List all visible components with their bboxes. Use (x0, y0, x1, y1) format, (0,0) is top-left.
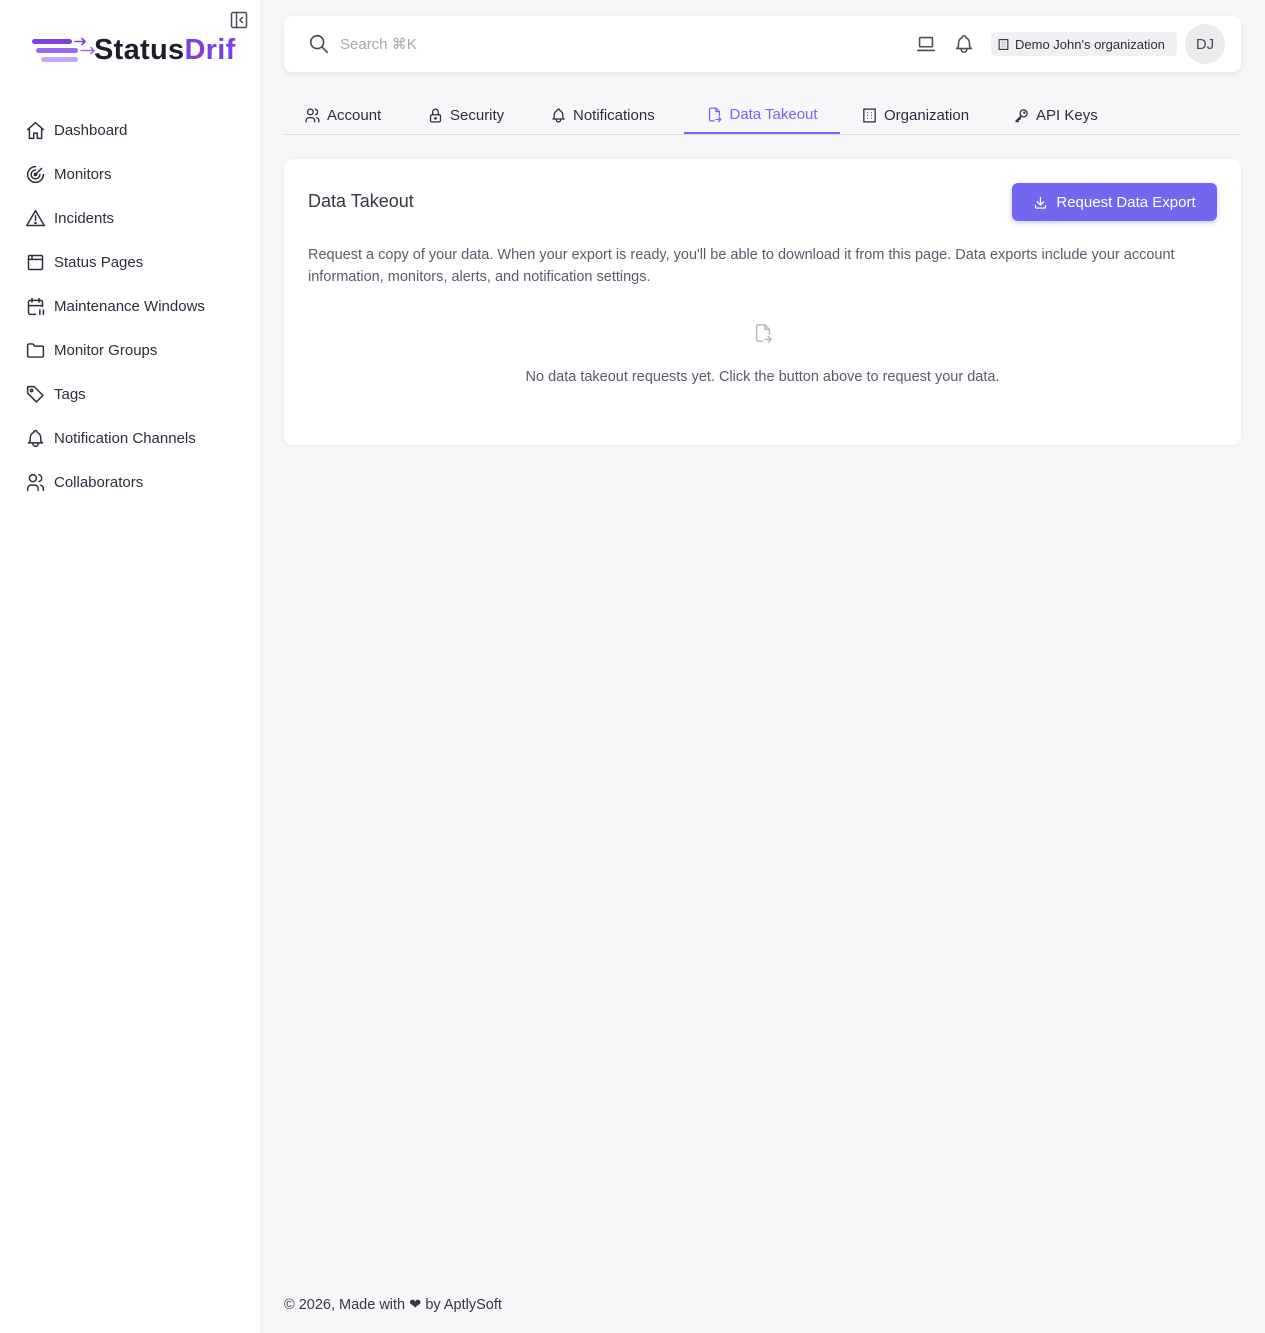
sidebar-item-incidents[interactable]: Incidents (0, 196, 260, 240)
tab-label: Data Takeout (729, 105, 818, 123)
sidebar-item-label: Dashboard (54, 121, 128, 139)
tab-label: Account (327, 106, 382, 124)
laptop-icon[interactable] (915, 33, 937, 55)
sidebar-item-tags[interactable]: Tags (0, 372, 260, 416)
tag-icon (24, 383, 46, 405)
empty-state-message: No data takeout requests yet. Click the … (525, 369, 1000, 385)
logo-mark-icon (32, 37, 96, 62)
sidebar-item-label: Collaborators (54, 473, 144, 491)
tab-label: Notifications (573, 106, 655, 124)
sidebar-item-label: Tags (54, 385, 86, 403)
search-input[interactable] (340, 30, 640, 58)
brand-name: StatusDrif (94, 34, 236, 66)
users-icon (305, 107, 320, 123)
avatar[interactable]: DJ (1185, 24, 1225, 64)
building-icon (998, 38, 1009, 50)
footer: © 2026, Made with ❤ by AptlySoft (284, 1297, 502, 1313)
organization-switcher[interactable]: Demo John's organization (991, 32, 1177, 56)
sidebar-item-label: Maintenance Windows (54, 297, 205, 315)
download-icon (1035, 196, 1047, 209)
tab-label: Organization (884, 106, 970, 124)
sidebar-item-label: Monitors (54, 165, 112, 183)
tab-security[interactable]: Security (427, 96, 504, 134)
sidebar-item-label: Incidents (54, 209, 115, 227)
folder-icon (24, 339, 46, 361)
sidebar-item-dashboard[interactable]: Dashboard (0, 108, 260, 152)
card-title: Data Takeout (308, 191, 414, 211)
browser-icon (24, 251, 46, 273)
data-takeout-card: Data Takeout Request Data Export Request… (284, 159, 1241, 445)
tab-api-keys[interactable]: API Keys (1013, 96, 1098, 134)
request-data-export-button[interactable]: Request Data Export (1012, 183, 1217, 221)
alert-triangle-icon (24, 207, 46, 229)
key-icon (1015, 108, 1028, 123)
lock-icon (429, 108, 442, 123)
home-icon (24, 119, 46, 141)
tab-organization[interactable]: Organization (861, 96, 969, 134)
top-bar: Demo John's organization DJ (284, 16, 1241, 72)
sidebar-item-collaborators[interactable]: Collaborators (0, 460, 260, 504)
sidebar-item-notification-channels[interactable]: Notification Channels (0, 416, 260, 460)
tab-data-takeout[interactable]: Data Takeout (684, 96, 840, 134)
sidebar-item-status-pages[interactable]: Status Pages (0, 240, 260, 284)
sidebar-item-maintenance-windows[interactable]: Maintenance Windows (0, 284, 260, 328)
radar-icon (24, 163, 46, 185)
settings-tabs: Account Security Notifications Data Take… (284, 96, 1241, 135)
organization-name: Demo John's organization (1015, 36, 1165, 52)
sidebar-item-monitors[interactable]: Monitors (0, 152, 260, 196)
button-label: Request Data Export (1056, 193, 1196, 211)
file-export-icon (752, 322, 774, 344)
file-export-icon (709, 106, 722, 122)
tab-label: Security (450, 106, 505, 124)
sidebar-collapse-icon[interactable] (229, 10, 249, 30)
tab-account[interactable]: Account (304, 96, 381, 134)
bell-icon (24, 427, 46, 449)
tab-label: API Keys (1036, 106, 1098, 124)
sidebar: StatusDrif Dashboard Monitors Incidents … (0, 0, 260, 1333)
sidebar-nav: Dashboard Monitors Incidents Status Page… (0, 108, 260, 504)
sidebar-item-label: Notification Channels (54, 429, 196, 447)
brand-logo[interactable]: StatusDrif (30, 32, 245, 72)
sidebar-item-label: Status Pages (54, 253, 144, 271)
sidebar-item-monitor-groups[interactable]: Monitor Groups (0, 328, 260, 372)
search-icon[interactable] (308, 33, 330, 55)
notifications-bell-icon[interactable] (953, 33, 975, 55)
sidebar-item-label: Monitor Groups (54, 341, 158, 359)
building-icon (863, 107, 876, 123)
tab-notifications[interactable]: Notifications (550, 96, 655, 134)
card-description: Request a copy of your data. When your e… (308, 247, 1175, 285)
calendar-pause-icon (24, 295, 46, 317)
bell-icon (552, 108, 565, 122)
users-icon (24, 471, 46, 493)
